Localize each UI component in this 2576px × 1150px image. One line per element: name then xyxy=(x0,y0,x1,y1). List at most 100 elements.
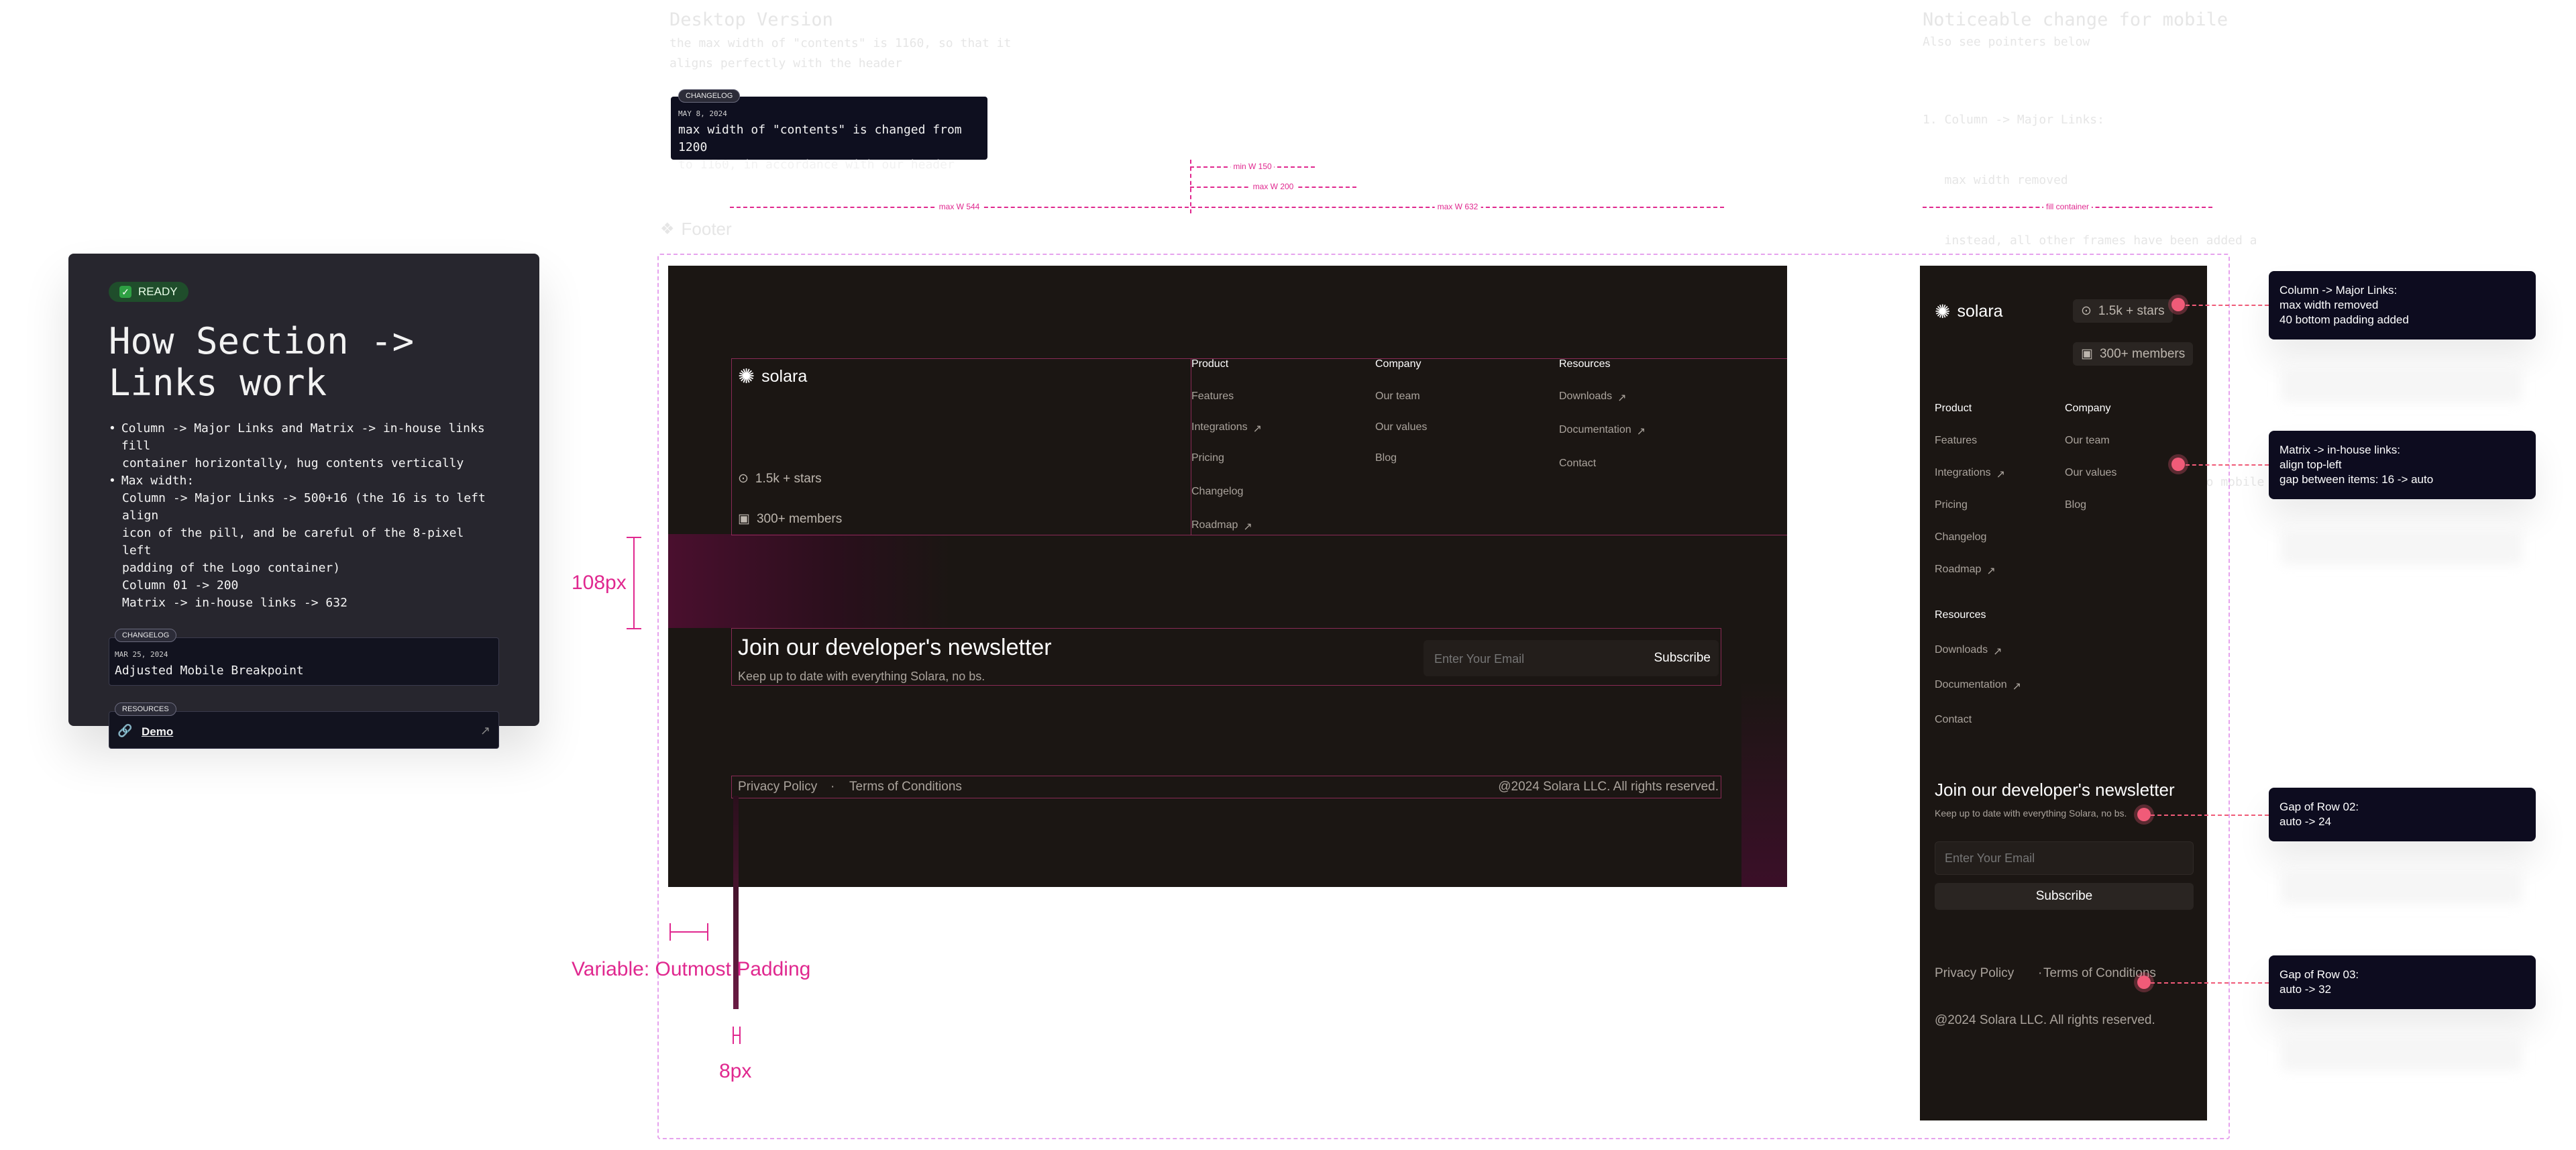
footer-link-our-team[interactable]: Our team xyxy=(1375,390,1556,403)
footer-link-blog[interactable]: Blog xyxy=(2065,499,2192,511)
footer-link-contact[interactable]: Contact xyxy=(1935,714,2136,726)
callout-dot xyxy=(2137,808,2151,821)
callout-line: align top-left xyxy=(2279,458,2342,471)
mobile-github-stars[interactable]: ⊙ 1.5k + stars xyxy=(2073,299,2173,323)
ready-changelog-text: Adjusted Mobile Breakpoint xyxy=(115,664,304,678)
measure-8-cap xyxy=(739,1027,741,1044)
subscribe-button[interactable]: Subscribe xyxy=(1654,651,1711,666)
footer-link-features[interactable]: Features xyxy=(1191,390,1373,403)
footer-link-integrations[interactable]: Integrations ↗ xyxy=(1191,421,1373,435)
callout-line: Gap of Row 03: xyxy=(2279,968,2359,981)
desktop-notes-line: aligns perfectly with the header xyxy=(669,56,902,70)
link-text: Documentation xyxy=(1935,679,2007,690)
ready-bullets: • Column -> Major Links and Matrix -> in-… xyxy=(109,420,499,612)
callout-line: 40 bottom padding added xyxy=(2279,313,2409,326)
measure-outmost-line xyxy=(669,931,708,933)
footer-link-our-team[interactable]: Our team xyxy=(2065,435,2192,447)
changelog-date: MAY 8, 2024 xyxy=(678,109,727,118)
privacy-link[interactable]: Privacy Policy xyxy=(738,780,817,794)
link-icon: 🔗 xyxy=(117,724,133,737)
github-icon: ⊙ xyxy=(2081,304,2092,318)
resources-heading: Resources xyxy=(1935,609,1986,621)
component-icon: ❖ xyxy=(660,220,675,238)
members-text: 300+ members xyxy=(2099,346,2186,361)
newsletter-form: Subscribe xyxy=(1424,640,1719,676)
measure-fill-label: fill container xyxy=(2043,202,2092,211)
callout-line: auto -> 32 xyxy=(2279,983,2332,996)
discord-members[interactable]: ▣ 300+ members xyxy=(738,511,842,527)
arrow-up-right-icon: ↗ xyxy=(1243,521,1252,533)
company-heading: Company xyxy=(2065,403,2111,414)
footer-link-pricing[interactable]: Pricing xyxy=(1191,452,1373,464)
link-text: Documentation xyxy=(1559,424,1631,435)
footer-link-downloads[interactable]: Downloads ↗ xyxy=(1559,390,1760,404)
chat-icon: ▣ xyxy=(2081,347,2093,361)
demo-link[interactable]: Demo xyxy=(142,725,173,739)
footer-link-our-values[interactable]: Our values xyxy=(1375,421,1556,433)
decor-gradient xyxy=(1741,682,1787,887)
desktop-notes-body: the max width of "contents" is 1160, so … xyxy=(669,34,1011,74)
link-text: Integrations xyxy=(1191,421,1248,433)
bullet-text: container horizontally, hug contents ver… xyxy=(122,456,464,470)
measure-max-w-200-label: max W 200 xyxy=(1250,182,1297,191)
frame-label-text: Footer xyxy=(681,219,732,239)
arrow-up-right-icon: ↗ xyxy=(2012,680,2022,692)
separator-dot: · xyxy=(2038,966,2043,980)
measure-108-cap xyxy=(627,537,641,538)
footer-link-documentation[interactable]: Documentation ↗ xyxy=(1559,424,1760,437)
product-heading: Product xyxy=(1935,403,1972,414)
changelog-line: max width of "contents" is changed from … xyxy=(678,123,962,154)
mobile-brand[interactable]: ✺ solara xyxy=(1935,301,2003,323)
mobile-privacy-link[interactable]: Privacy Policy xyxy=(1935,966,2014,981)
brand-name: solara xyxy=(761,367,808,386)
callout-row-02: Gap of Row 02: auto -> 24 xyxy=(2269,788,2536,841)
callout-line: max width removed xyxy=(2279,299,2379,311)
footer-link-contact[interactable]: Contact xyxy=(1559,458,1760,470)
footer-link-features[interactable]: Features xyxy=(1935,435,2062,447)
mobile-company-column: Company Our team Our values Blog xyxy=(2065,403,2192,511)
footer-link-pricing[interactable]: Pricing xyxy=(1935,499,2062,511)
email-input[interactable] xyxy=(1433,648,1617,670)
footer-link-changelog[interactable]: Changelog xyxy=(1191,486,1373,498)
callout-matrix: Matrix -> in-house links: align top-left… xyxy=(2269,431,2536,499)
github-stars[interactable]: ⊙ 1.5k + stars xyxy=(738,471,822,486)
mobile-product-column: Product Features Integrations ↗ Pricing C… xyxy=(1935,403,2062,577)
ready-changelog-tag: CHANGELOG xyxy=(115,629,177,642)
measure-108-cap xyxy=(627,628,641,629)
mobile-copyright: @2024 Solara LLC. All rights reserved. xyxy=(1935,1013,2155,1027)
terms-link[interactable]: Terms of Conditions xyxy=(849,780,962,794)
measure-108-line xyxy=(633,537,635,629)
mobile-email-input[interactable] xyxy=(1935,841,2194,875)
brand[interactable]: ✺ solara xyxy=(738,365,807,388)
ready-pill-label: READY xyxy=(138,285,178,298)
footer-link-documentation[interactable]: Documentation ↗ xyxy=(1935,679,2136,692)
ghost-card xyxy=(2281,527,2522,565)
stars-text: 1.5k + stars xyxy=(2098,303,2165,318)
mobile-subscribe-button[interactable]: Subscribe xyxy=(1935,883,2194,910)
callout-dot xyxy=(2171,458,2185,471)
footer-link-integrations[interactable]: Integrations ↗ xyxy=(1935,467,2062,480)
mobile-footer: ✺ solara ⊙ 1.5k + stars ▣ 300+ members Pro… xyxy=(1920,266,2207,1120)
check-icon: ✓ xyxy=(119,286,131,298)
arrow-up-right-icon: ↗ xyxy=(1996,468,2006,480)
mobile-notes-title: Noticeable change for mobile xyxy=(1923,9,2229,30)
desktop-notes-title: Desktop Version xyxy=(669,9,833,30)
footer-link-changelog[interactable]: Changelog xyxy=(1935,531,2062,543)
measure-8-cap xyxy=(733,1027,734,1044)
solara-logo-icon: ✺ xyxy=(738,366,755,388)
ready-resources[interactable]: RESOURCES 🔗 Demo ↗ xyxy=(109,702,499,749)
callout-dot xyxy=(2171,298,2185,311)
github-icon: ⊙ xyxy=(738,472,749,486)
footer-link-roadmap[interactable]: Roadmap ↗ xyxy=(1191,519,1373,533)
mobile-notes-subtitle: Also see pointers below xyxy=(1923,35,2090,49)
mobile-resources-column: Resources Downloads ↗ Documentation ↗ Cont… xyxy=(1935,609,2136,726)
ready-changelog-date: MAR 25, 2024 xyxy=(115,650,168,659)
measure-outmost-label: Variable: Outmost Padding xyxy=(572,958,811,980)
footer-link-blog[interactable]: Blog xyxy=(1375,452,1556,464)
footer-link-downloads[interactable]: Downloads ↗ xyxy=(1935,644,2136,658)
mobile-discord-members[interactable]: ▣ 300+ members xyxy=(2073,342,2194,366)
mobile-newsletter-subtitle: Keep up to date with everything Solara, … xyxy=(1935,808,2127,819)
mobile-note-item: instead, all other frames have been adde… xyxy=(1923,233,2257,248)
callout-leader xyxy=(2186,464,2269,466)
footer-link-roadmap[interactable]: Roadmap ↗ xyxy=(1935,564,2062,577)
